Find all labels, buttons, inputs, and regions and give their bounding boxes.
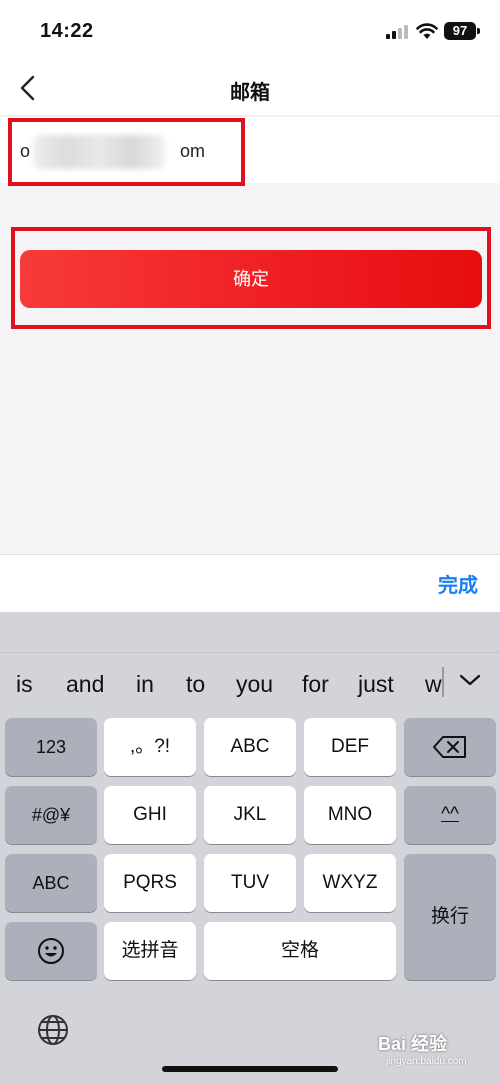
suggestion-item[interactable]: to [186,671,205,698]
emoticon-key[interactable]: ^^ [404,786,496,844]
ghi-key[interactable]: GHI [104,786,196,844]
space-key[interactable]: 空格 [204,922,396,980]
emoji-icon [38,938,64,964]
abc-mode-key[interactable]: ABC [5,854,97,912]
pqrs-key[interactable]: PQRS [104,854,196,912]
suggestion-item[interactable]: is [16,671,33,698]
suggestion-item[interactable]: w [425,671,442,698]
suggestion-item[interactable]: in [136,671,154,698]
tuv-key[interactable]: TUV [204,854,296,912]
keyboard-toolbar: 完成 [0,554,500,612]
status-bar: 14:22 97 [0,0,500,62]
suggestion-bar: is and in to you for just w [0,652,500,708]
suggestion-item[interactable]: and [66,671,104,698]
keyboard: is and in to you for just w [0,612,500,1083]
signal-icon [386,25,410,39]
watermark-logo: Bai 经验 [378,1034,448,1054]
chevron-down-icon[interactable] [458,669,482,691]
pinyin-select-key[interactable]: 选拼音 [104,922,196,980]
return-key[interactable]: 换行 [404,854,496,980]
def-key[interactable]: DEF [304,718,396,776]
backspace-icon [433,736,466,758]
battery-tip [477,28,480,34]
punctuation-key[interactable]: ,。?! [104,718,196,776]
suggestion-item[interactable]: just [358,671,394,698]
home-indicator [162,1066,338,1072]
globe-icon[interactable] [36,1013,70,1047]
battery-icon: 97 [444,22,476,40]
suggestion-item[interactable]: you [236,671,273,698]
mno-key[interactable]: MNO [304,786,396,844]
numbers-key[interactable]: 123 [5,718,97,776]
emoji-key[interactable] [5,922,97,980]
wxyz-key[interactable]: WXYZ [304,854,396,912]
highlight-box-email [8,118,245,186]
page-title: 邮箱 [230,82,270,104]
wifi-icon [416,23,438,39]
done-button[interactable]: 完成 [438,569,478,598]
nav-bar: 邮箱 [0,62,500,116]
watermark-url: jingyan.baidu.com [386,1056,467,1067]
highlight-box-confirm [11,227,491,329]
status-time: 14:22 [40,20,94,42]
abc-key[interactable]: ABC [204,718,296,776]
symbols-key[interactable]: #@¥ [5,786,97,844]
jkl-key[interactable]: JKL [204,786,296,844]
suggestion-item[interactable]: for [302,671,329,698]
suggestion-divider [442,667,444,697]
delete-key[interactable] [404,718,496,776]
